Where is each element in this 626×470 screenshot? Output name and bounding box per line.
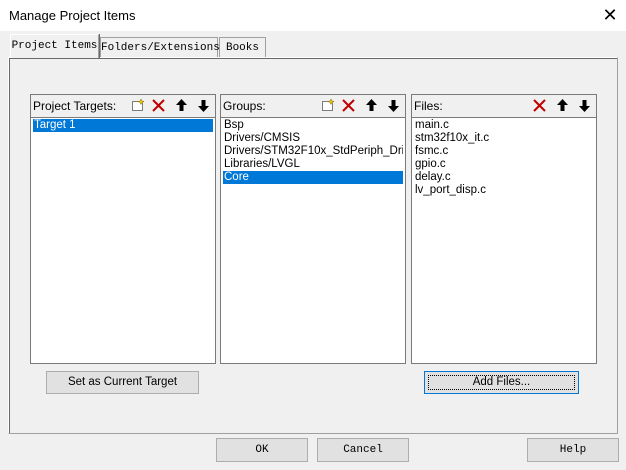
- help-label: Help: [559, 444, 587, 456]
- add-files-button[interactable]: Add Files...: [424, 371, 579, 394]
- set-current-target-button[interactable]: Set as Current Target: [46, 371, 199, 394]
- files-list[interactable]: Files: main.c stm32f10x_it.c fsmc.c gpio…: [411, 94, 597, 364]
- tab-label: Books: [225, 42, 259, 54]
- move-group-up-button[interactable]: [362, 96, 381, 115]
- tab-project-items[interactable]: Project Items: [10, 34, 99, 58]
- tab-folders-extensions[interactable]: Folders/Extensions: [100, 37, 220, 57]
- move-target-up-button[interactable]: [172, 96, 191, 115]
- list-item[interactable]: fsmc.c: [414, 145, 594, 158]
- move-file-down-button[interactable]: [575, 96, 594, 115]
- move-down-icon: [388, 100, 399, 112]
- window-title: Manage Project Items: [9, 8, 136, 23]
- move-file-up-button[interactable]: [553, 96, 572, 115]
- list-item[interactable]: delay.c: [414, 171, 594, 184]
- title-bar: Manage Project Items ✕: [0, 0, 626, 31]
- list-item[interactable]: main.c: [414, 119, 594, 132]
- list-item[interactable]: Target 1: [33, 119, 213, 132]
- project-targets-title: Project Targets:: [33, 99, 117, 113]
- groups-title: Groups:: [223, 99, 266, 113]
- delete-target-button[interactable]: [149, 96, 168, 115]
- set-current-target-label: Set as Current Target: [67, 376, 178, 388]
- new-item-icon: [322, 98, 335, 111]
- groups-list[interactable]: Groups: Bsp Drivers/CMSIS Drivers/STM32F…: [220, 94, 406, 364]
- cancel-button[interactable]: Cancel: [317, 438, 409, 462]
- groups-header: Groups:: [221, 95, 405, 118]
- new-target-button[interactable]: [128, 96, 147, 115]
- delete-file-button[interactable]: [530, 96, 549, 115]
- cancel-label: Cancel: [343, 444, 383, 456]
- ok-label: OK: [255, 444, 269, 456]
- move-target-down-button[interactable]: [194, 96, 213, 115]
- project-targets-header: Project Targets:: [31, 95, 215, 118]
- list-item[interactable]: Core: [223, 171, 403, 184]
- move-down-icon: [579, 100, 590, 112]
- list-item[interactable]: Drivers/STM32F10x_StdPeriph_Driver: [223, 145, 403, 158]
- close-icon[interactable]: ✕: [596, 2, 624, 28]
- move-group-down-button[interactable]: [384, 96, 403, 115]
- tab-label: Folders/Extensions: [101, 42, 220, 54]
- delete-icon: [533, 99, 546, 112]
- move-up-icon: [366, 99, 377, 111]
- files-title: Files:: [414, 99, 443, 113]
- delete-group-button[interactable]: [339, 96, 358, 115]
- add-files-label: Add Files...: [472, 376, 531, 388]
- tab-books[interactable]: Books: [219, 37, 266, 57]
- list-item[interactable]: Drivers/CMSIS: [223, 132, 403, 145]
- ok-button[interactable]: OK: [216, 438, 308, 462]
- new-group-button[interactable]: [318, 96, 337, 115]
- tab-label: Project Items: [11, 40, 98, 52]
- project-targets-list[interactable]: Project Targets: Target 1: [30, 94, 216, 364]
- list-item[interactable]: lv_port_disp.c: [414, 184, 594, 197]
- list-item[interactable]: gpio.c: [414, 158, 594, 171]
- files-header: Files:: [412, 95, 596, 118]
- list-item[interactable]: Bsp: [223, 119, 403, 132]
- list-item[interactable]: stm32f10x_it.c: [414, 132, 594, 145]
- help-button[interactable]: Help: [527, 438, 619, 462]
- new-item-icon: [132, 98, 145, 111]
- delete-icon: [152, 99, 165, 112]
- move-down-icon: [198, 100, 209, 112]
- list-item[interactable]: Libraries/LVGL: [223, 158, 403, 171]
- move-up-icon: [557, 99, 568, 111]
- delete-icon: [342, 99, 355, 112]
- move-up-icon: [176, 99, 187, 111]
